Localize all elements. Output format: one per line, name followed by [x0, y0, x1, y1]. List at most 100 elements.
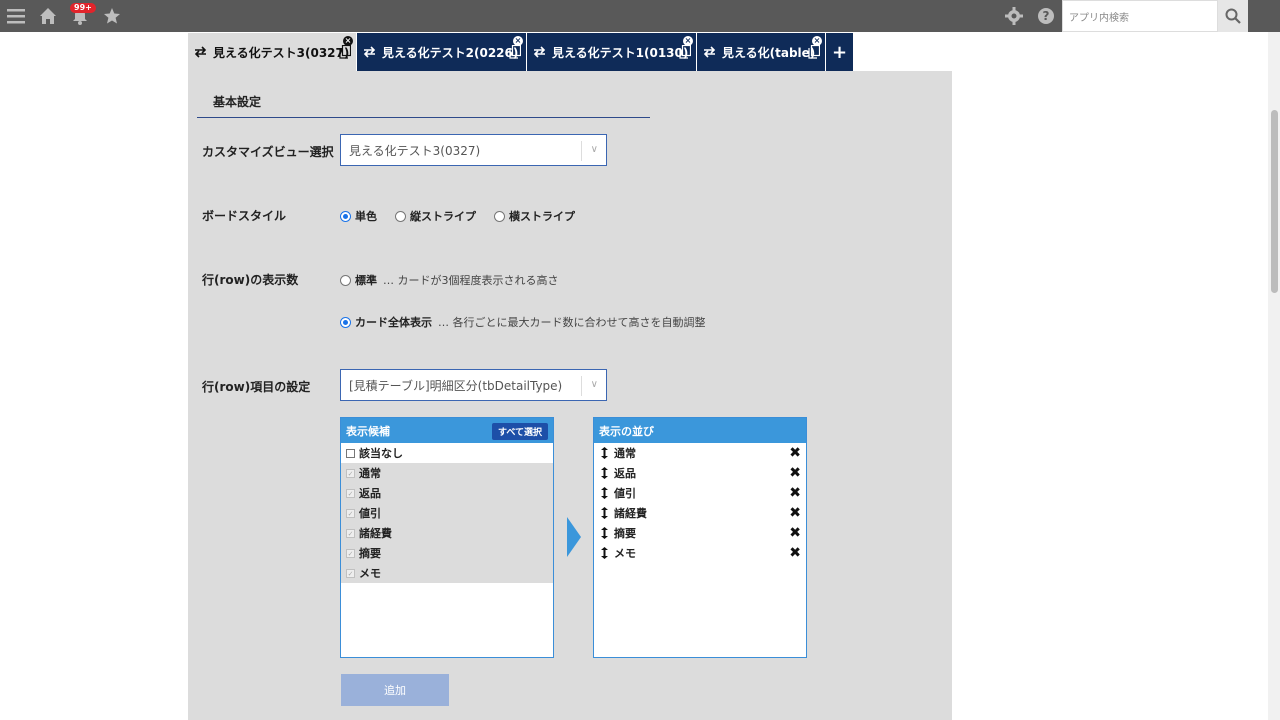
- swap-icon: [703, 46, 717, 58]
- tab-label: 見える化テスト2(0226): [382, 45, 519, 60]
- checkbox: ✓: [346, 508, 355, 518]
- help-icon[interactable]: ?: [1036, 6, 1056, 26]
- checkbox: ✓: [346, 548, 355, 558]
- select-all-button[interactable]: すべて選択: [491, 423, 548, 440]
- board-style-options: 単色 縦ストライプ 横ストライプ: [340, 208, 581, 224]
- delete-icon[interactable]: ✖: [789, 506, 801, 520]
- copy-icon[interactable]: [679, 44, 692, 59]
- star-icon[interactable]: [102, 6, 122, 26]
- order-header: 表示の並び: [594, 418, 806, 443]
- order-item[interactable]: メモ ✖: [594, 543, 806, 563]
- drag-handle-icon[interactable]: [601, 527, 609, 539]
- order-label: 返品: [614, 467, 636, 480]
- customize-view-value: 見える化テスト3(0327): [349, 143, 481, 158]
- candidate-item: ✓ メモ: [341, 563, 553, 583]
- checkbox: ✓: [346, 468, 355, 478]
- delete-icon[interactable]: ✖: [789, 466, 801, 480]
- order-item[interactable]: 摘要 ✖: [594, 523, 806, 543]
- candidate-label: 該当なし: [359, 447, 403, 460]
- candidate-item[interactable]: 該当なし: [341, 443, 553, 463]
- delete-icon[interactable]: ✖: [789, 486, 801, 500]
- delete-icon[interactable]: ✖: [789, 546, 801, 560]
- tab-view-3[interactable]: 見える化テスト1(0130) ×: [527, 33, 696, 71]
- row-item-value: [見積テーブル]明細区分(tbDetailType): [349, 378, 563, 393]
- tab-view-2[interactable]: 見える化テスト2(0226) ×: [357, 33, 526, 71]
- row-count-radio-standard[interactable]: [340, 274, 351, 286]
- order-label: 通常: [614, 447, 636, 460]
- search-input[interactable]: アプリ内検索: [1062, 0, 1218, 32]
- drag-handle-icon[interactable]: [601, 467, 609, 479]
- section-title: 基本設定: [213, 95, 262, 109]
- copy-icon[interactable]: [339, 44, 352, 59]
- row-count-option-label: 標準: [355, 274, 377, 287]
- board-style-label: ボードスタイル: [202, 209, 287, 223]
- board-style-radio-horizontal[interactable]: [494, 210, 505, 222]
- order-list: 表示の並び 通常 ✖ 返品 ✖ 値引 ✖ 諸経費 ✖ 摘要 ✖ メモ ✖: [593, 417, 807, 658]
- tab-label: 見える化テスト3(0327): [213, 45, 350, 60]
- row-count-full: カード全体表示 … 各行ごとに最大カード数に合わせて高さを自動調整: [340, 314, 706, 330]
- candidates-title: 表示候補: [346, 424, 390, 438]
- candidate-label: 値引: [359, 507, 381, 520]
- scrollbar-thumb[interactable]: [1271, 110, 1278, 293]
- board-style-option-label: 単色: [355, 210, 377, 223]
- row-count-option-desc: … カードが3個程度表示される高さ: [383, 274, 559, 287]
- row-item-select[interactable]: [見積テーブル]明細区分(tbDetailType) ∨: [340, 369, 607, 401]
- candidate-item: ✓ 値引: [341, 503, 553, 523]
- board-style-radio-solid[interactable]: [340, 210, 351, 222]
- order-label: 諸経費: [614, 507, 647, 520]
- checkbox: ✓: [346, 568, 355, 578]
- add-tab-button[interactable]: +: [826, 33, 853, 71]
- order-item[interactable]: 諸経費 ✖: [594, 503, 806, 523]
- checkbox[interactable]: [346, 448, 355, 458]
- tab-view-4[interactable]: 見える化(table) ×: [697, 33, 825, 71]
- drag-handle-icon[interactable]: [601, 547, 609, 559]
- swap-icon: [363, 46, 377, 58]
- gear-icon[interactable]: [1004, 6, 1024, 26]
- candidate-label: 通常: [359, 467, 381, 480]
- menu-icon[interactable]: [6, 6, 26, 26]
- add-button[interactable]: 追加: [341, 674, 449, 706]
- swap-icon: [533, 46, 547, 58]
- order-label: 値引: [614, 487, 636, 500]
- top-bar: 99+ ? アプリ内検索: [0, 0, 1280, 32]
- candidate-label: 摘要: [359, 547, 381, 560]
- tab-view-1[interactable]: 見える化テスト3(0327) ×: [188, 33, 356, 71]
- candidates-list: 表示候補 すべて選択 該当なし ✓ 通常 ✓ 返品 ✓ 値引 ✓ 諸経費 ✓ 摘要 ✓ メモ: [340, 417, 554, 658]
- board-style-option-label: 横ストライプ: [509, 210, 575, 223]
- row-count-radio-full[interactable]: [340, 316, 351, 328]
- tab-label: 見える化(table): [722, 45, 816, 60]
- search-button[interactable]: [1218, 0, 1248, 32]
- customize-view-select[interactable]: 見える化テスト3(0327) ∨: [340, 134, 607, 166]
- drag-handle-icon[interactable]: [601, 507, 609, 519]
- drag-handle-icon[interactable]: [601, 487, 609, 499]
- copy-icon[interactable]: [808, 44, 821, 59]
- row-item-label: 行(row)項目の設定: [202, 380, 311, 394]
- delete-icon[interactable]: ✖: [789, 446, 801, 460]
- drag-handle-icon[interactable]: [601, 447, 609, 459]
- order-item[interactable]: 返品 ✖: [594, 463, 806, 483]
- order-item[interactable]: 通常 ✖: [594, 443, 806, 463]
- swap-icon: [194, 46, 208, 58]
- notification-badge: 99+: [70, 3, 96, 13]
- delete-icon[interactable]: ✖: [789, 526, 801, 540]
- board-style-option-label: 縦ストライプ: [410, 210, 476, 223]
- select-divider: [581, 376, 582, 396]
- board-style-radio-vertical[interactable]: [395, 210, 406, 222]
- home-icon[interactable]: [38, 6, 58, 26]
- customize-view-label: カスタマイズビュー選択: [202, 145, 334, 159]
- order-label: メモ: [614, 547, 636, 560]
- candidates-header: 表示候補 すべて選択: [341, 418, 553, 443]
- candidate-label: 諸経費: [359, 527, 392, 540]
- order-item[interactable]: 値引 ✖: [594, 483, 806, 503]
- select-divider: [581, 141, 582, 161]
- order-title: 表示の並び: [599, 424, 654, 438]
- copy-icon[interactable]: [509, 44, 522, 59]
- svg-text:?: ?: [1043, 9, 1050, 23]
- candidate-item: ✓ 摘要: [341, 543, 553, 563]
- search-icon: [1225, 8, 1241, 24]
- chevron-down-icon: ∨: [590, 144, 598, 155]
- candidate-item: ✓ 通常: [341, 463, 553, 483]
- settings-panel: 基本設定 カスタマイズビュー選択 見える化テスト3(0327) ∨ ボードスタイ…: [188, 71, 952, 720]
- tab-label: 見える化テスト1(0130): [552, 45, 689, 60]
- checkbox: ✓: [346, 488, 355, 498]
